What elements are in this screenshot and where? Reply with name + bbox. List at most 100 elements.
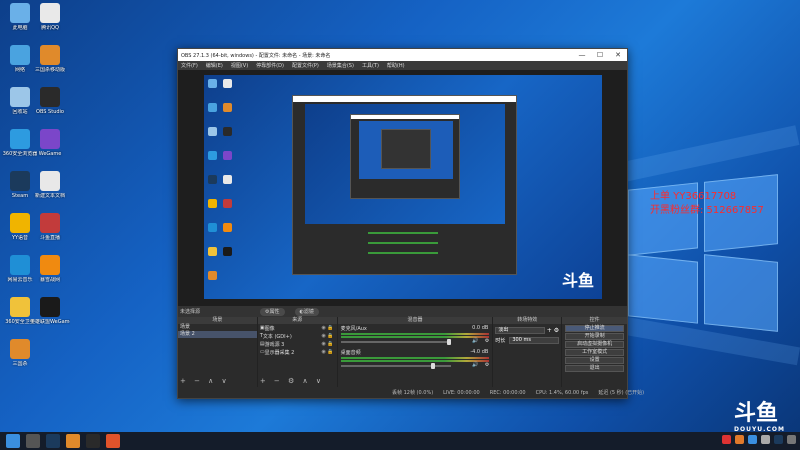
stop-streaming-button[interactable]: 停止推流 (565, 325, 625, 332)
sources-dock: 来源 ▣ 图像 ◉ 🔒 T 文本 (GDI+) ◉ 🔒 ▤ 游戏源 3 ◉ 🔒 ▭ 显… (257, 317, 337, 387)
tray-icon[interactable] (748, 435, 757, 444)
search-icon[interactable] (26, 434, 40, 448)
scene-item-selected[interactable]: 场景 2 (178, 331, 257, 338)
scenes-header: 场景 (178, 317, 257, 324)
menu-profile[interactable]: 配置文件(P) (292, 62, 319, 69)
duration-label: 时长 (495, 338, 506, 344)
start-icon[interactable] (6, 434, 20, 448)
slider-knob[interactable] (430, 363, 435, 369)
desktop-icon[interactable]: OBS Studio (30, 87, 70, 115)
volume-slider[interactable] (340, 363, 451, 369)
source-add-remove-controls[interactable]: + − ⚙ ∧ ∨ (260, 377, 324, 385)
desktop-icon[interactable]: 腾讯QQ (30, 3, 70, 31)
settings-button[interactable]: 设置 (565, 357, 625, 364)
scenes-dock: 场景 场景 场景 2 + − ∧ ∨ (178, 317, 257, 387)
menu-file[interactable]: 文件(F) (181, 62, 198, 69)
three-kingdoms-icon[interactable] (66, 434, 80, 448)
tray-icon[interactable] (774, 435, 783, 444)
eye-icon[interactable]: ◉ 🔒 (321, 325, 333, 331)
tray-icon[interactable] (761, 435, 770, 444)
stream-delay: 延迟 (5 秒) (已开始) (598, 390, 645, 396)
app-icon (10, 129, 30, 149)
douyu-watermark: 斗鱼 DOUYU.COM (734, 402, 785, 434)
exit-button[interactable]: 退出 (565, 365, 625, 372)
tray-icon[interactable] (735, 435, 744, 444)
minimize-button[interactable]: — (573, 51, 591, 59)
mixer-channel: 桌面音频 -4.0 dB 🔊 ⚙ (338, 348, 493, 372)
desktop-icon[interactable]: 三国杀 (0, 339, 40, 367)
desktop-icon[interactable]: 斗鱼直播 (30, 213, 70, 241)
obs-preview[interactable]: 斗鱼 (178, 70, 627, 306)
start-recording-button[interactable]: 开始录制 (565, 333, 625, 340)
scene-item[interactable]: 场景 (178, 324, 257, 331)
scene-toolbar: 未选择源 ⚙ 属性 ◐ 滤镜 (178, 306, 627, 317)
preview-app-icon (208, 199, 217, 208)
close-button[interactable]: ✕ (609, 51, 627, 59)
filters-button[interactable]: ◐ 滤镜 (294, 307, 319, 316)
app-icon (10, 339, 30, 359)
desktop-icon[interactable]: WeGame (30, 129, 70, 157)
app-icon (10, 45, 30, 65)
duration-input[interactable]: 300 ms (509, 337, 560, 344)
maximize-button[interactable]: ☐ (591, 51, 609, 59)
add-transition-icon[interactable]: + (547, 327, 552, 334)
studio-mode-button[interactable]: 工作室模式 (565, 349, 625, 356)
mixer-header: 混音器 (337, 317, 493, 324)
speaker-icon[interactable]: 🔊 (472, 362, 478, 368)
gear-icon[interactable]: ⚙ (485, 362, 489, 368)
app-icon (10, 3, 30, 23)
volume-meter (340, 336, 490, 338)
scene-add-remove-controls[interactable]: + − ∧ ∨ (180, 377, 230, 385)
desktop-icon[interactable]: 英雄联盟WeGame版 (30, 297, 70, 325)
menu-help[interactable]: 帮助(H) (387, 62, 405, 69)
desktop-icon-label: 三国杀 (12, 361, 28, 367)
menu-docks[interactable]: 停靠部件(D) (256, 62, 284, 69)
eye-icon[interactable]: ◉ 🔒 (321, 333, 333, 339)
desktop-icon[interactable]: 暴雪战网 (30, 255, 70, 283)
transitions-dock: 转场特效 淡出 + ⚙ 时长 300 ms (493, 317, 562, 387)
desktop-icon[interactable]: 新建文本文档 (30, 171, 70, 199)
preview-app-icon (223, 151, 232, 160)
volume-slider[interactable] (340, 339, 451, 345)
app-icon (10, 87, 30, 107)
menu-tools[interactable]: 工具(T) (362, 62, 379, 69)
slider-knob[interactable] (446, 339, 451, 345)
eye-icon[interactable]: ◉ 🔒 (321, 341, 333, 347)
source-item[interactable]: ▣ 图像 ◉ 🔒 (258, 324, 337, 332)
tray-icon[interactable] (787, 435, 796, 444)
tray-icon[interactable] (722, 435, 731, 444)
start-virtual-camera-button[interactable]: 启动虚拟摄像机 (565, 341, 625, 348)
volume-meter (340, 333, 490, 335)
preview-app-icon (208, 223, 217, 232)
desktop-icon-label: 三国杀移动版 (34, 67, 65, 73)
transition-select[interactable]: 淡出 (495, 327, 545, 334)
overlay-line-1: 上单 YY36617708 (650, 191, 737, 202)
obs-icon[interactable] (86, 434, 100, 448)
preview-app-icon (208, 103, 217, 112)
preview-canvas[interactable]: 斗鱼 (204, 75, 602, 299)
source-item[interactable]: ▤ 游戏源 3 ◉ 🔒 (258, 340, 337, 348)
source-item[interactable]: ▭ 显示器采集 2 ◉ 🔒 (258, 348, 337, 356)
obs-docks: 场景 场景 场景 2 + − ∧ ∨ 来源 ▣ 图像 ◉ 🔒 T 文本 (GDI+… (178, 317, 628, 387)
gear-icon[interactable]: ⚙ (485, 338, 489, 344)
source-label: 图像 (264, 325, 275, 332)
menu-view[interactable]: 视图(V) (231, 62, 248, 69)
steam-icon[interactable] (46, 434, 60, 448)
volume-meter (340, 357, 490, 359)
preview-app-icon (223, 199, 232, 208)
filters-label: 滤镜 (303, 309, 314, 315)
source-label: 显示器采集 2 (264, 349, 295, 356)
speaker-icon[interactable]: 🔊 (472, 338, 478, 344)
menu-scene-collection[interactable]: 场景集合(S) (327, 62, 354, 69)
desktop-icon[interactable]: 三国杀移动版 (30, 45, 70, 73)
obs-window[interactable]: OBS 27.1.3 (64-bit, windows) - 配置文件: 未命名… (177, 48, 644, 399)
eye-icon[interactable]: ◉ 🔒 (321, 349, 333, 355)
app-icon (40, 45, 60, 65)
source-item[interactable]: T 文本 (GDI+) ◉ 🔒 (258, 332, 337, 340)
gear-icon[interactable]: ⚙ (554, 327, 559, 334)
properties-button[interactable]: ⚙ 属性 (260, 307, 285, 316)
obs-titlebar[interactable]: OBS 27.1.3 (64-bit, windows) - 配置文件: 未命名… (178, 49, 627, 61)
menu-edit[interactable]: 编辑(E) (206, 62, 223, 69)
douyu-icon[interactable] (106, 434, 120, 448)
app-icon (40, 87, 60, 107)
